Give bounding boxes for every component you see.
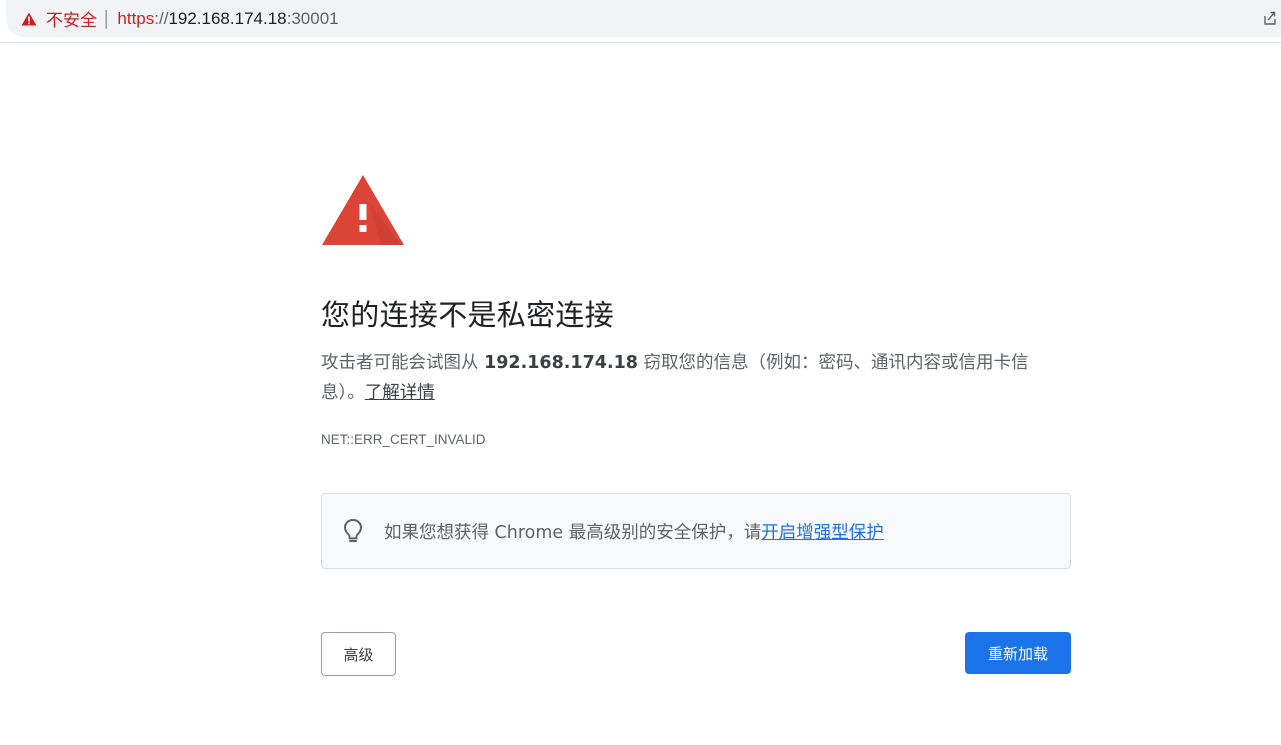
url-scheme: https bbox=[117, 8, 155, 28]
advanced-button[interactable]: 高级 bbox=[321, 632, 396, 676]
url-host: 192.168.174.18 bbox=[168, 8, 287, 28]
enhanced-protection-link[interactable]: 开启增强型保护 bbox=[761, 523, 884, 543]
url-scheme-separator: :// bbox=[154, 8, 169, 28]
tip-message: 如果您想获得 Chrome 最高级别的安全保护，请 bbox=[384, 522, 762, 543]
warning-triangle-icon bbox=[322, 175, 404, 245]
explanation-text: 攻击者可能会试图从 192.168.174.18 窃取您的信息（例如：密码、通讯… bbox=[321, 348, 1071, 408]
learn-more-link[interactable]: 了解详情 bbox=[365, 383, 435, 403]
browser-toolbar: 不安全 | https://192.168.174.18:30001 bbox=[0, 0, 1281, 43]
url-port: :30001 bbox=[286, 8, 339, 28]
page-title: 您的连接不是私密连接 bbox=[321, 298, 615, 332]
address-bar[interactable]: 不安全 | https://192.168.174.18:30001 bbox=[6, 0, 1281, 37]
enhanced-protection-tip: 如果您想获得 Chrome 最高级别的安全保护，请开启增强型保护 bbox=[321, 493, 1071, 569]
omnibox-divider: | bbox=[103, 7, 110, 29]
explanation-host: 192.168.174.18 bbox=[484, 353, 638, 373]
error-code: NET::ERR_CERT_INVALID bbox=[321, 432, 486, 447]
button-row: 高级 重新加载 bbox=[321, 632, 1071, 676]
warning-triangle-icon[interactable] bbox=[20, 10, 38, 28]
share-icon[interactable] bbox=[1263, 10, 1277, 26]
reload-button[interactable]: 重新加载 bbox=[965, 632, 1071, 674]
ssl-interstitial: 您的连接不是私密连接 攻击者可能会试图从 192.168.174.18 窃取您的… bbox=[321, 174, 1071, 676]
explanation-lead: 攻击者可能会试图从 bbox=[321, 353, 485, 373]
tip-text: 如果您想获得 Chrome 最高级别的安全保护，请开启增强型保护 bbox=[384, 519, 884, 544]
security-status-label[interactable]: 不安全 bbox=[46, 6, 97, 31]
lightbulb-icon bbox=[343, 518, 363, 542]
url-text[interactable]: https://192.168.174.18:30001 bbox=[117, 9, 338, 29]
